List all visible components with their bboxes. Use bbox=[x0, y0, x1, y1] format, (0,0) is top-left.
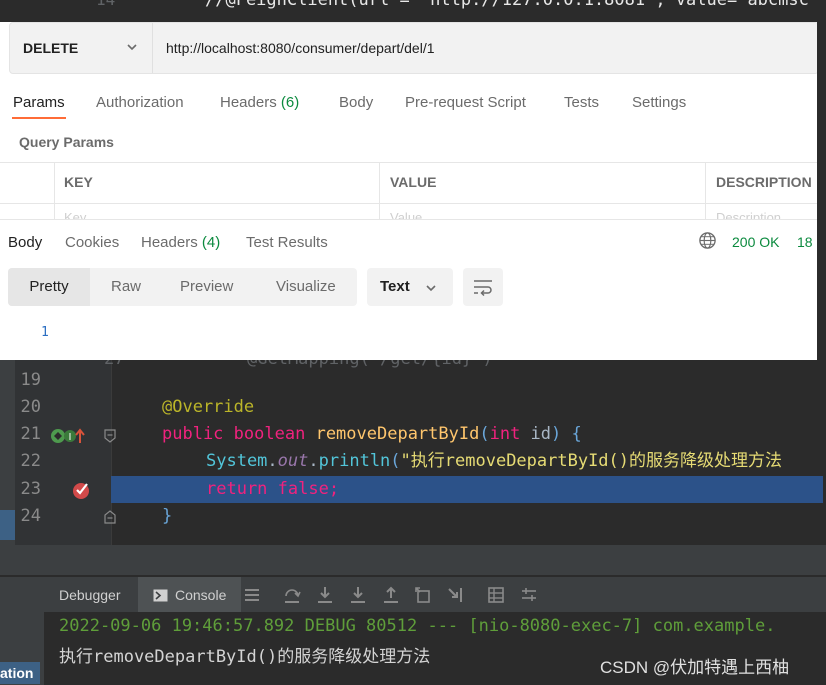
view-preview[interactable]: Preview bbox=[180, 268, 233, 306]
breakpoint-icon[interactable] bbox=[72, 480, 92, 500]
code-line: 19 bbox=[0, 367, 826, 394]
method-label: DELETE bbox=[23, 40, 79, 56]
run-to-cursor-icon[interactable] bbox=[447, 586, 465, 604]
code-line: 23 return false; bbox=[0, 476, 826, 503]
divider bbox=[705, 162, 706, 220]
line-number: 21 bbox=[20, 424, 41, 444]
watermark: CSDN @伏加特遇上西柚 bbox=[600, 658, 790, 677]
line-number: 20 bbox=[20, 397, 41, 417]
tab-headers[interactable]: Headers (6) bbox=[220, 94, 299, 111]
step-into-icon[interactable] bbox=[316, 586, 334, 604]
view-pretty[interactable]: Pretty bbox=[8, 268, 90, 306]
tab-authorization[interactable]: Authorization bbox=[96, 94, 184, 111]
code-line: 20 @Override bbox=[0, 394, 826, 421]
response-tab-cookies[interactable]: Cookies bbox=[65, 234, 119, 251]
line-number: 14 bbox=[96, 0, 115, 9]
svg-text:I: I bbox=[69, 432, 72, 443]
line-number: 22 bbox=[20, 451, 41, 471]
editor-line-number: 1 bbox=[41, 325, 49, 340]
panel-separator bbox=[0, 545, 826, 575]
wrap-lines-icon bbox=[474, 280, 492, 296]
ide-edge bbox=[817, 22, 826, 360]
code-line: 24 } bbox=[0, 503, 826, 530]
tab-pre-request-script[interactable]: Pre-request Script bbox=[405, 94, 526, 111]
column-header-value: VALUE bbox=[390, 174, 437, 190]
view-raw[interactable]: Raw bbox=[111, 268, 141, 306]
tab-params[interactable]: Params bbox=[13, 94, 65, 111]
override-method-icon[interactable]: I bbox=[50, 427, 86, 445]
console-log-line: 2022-09-06 19:46:57.892 DEBUG 80512 --- … bbox=[59, 616, 776, 636]
format-select[interactable]: Text bbox=[367, 268, 453, 306]
code-line: 21 public boolean removeDepartById(int i… bbox=[0, 421, 826, 448]
response-tab-body[interactable]: Body bbox=[8, 234, 42, 251]
code-line: //@FeignClient(url = "http://127.0.0.1:8… bbox=[205, 0, 809, 10]
tab-settings[interactable]: Settings bbox=[632, 94, 686, 111]
chevron-down-icon bbox=[426, 285, 436, 292]
view-visualize[interactable]: Visualize bbox=[276, 268, 336, 306]
view-mode-segment: Pretty Raw Preview Visualize bbox=[8, 268, 357, 306]
step-out-icon[interactable] bbox=[382, 586, 400, 604]
method-select[interactable]: DELETE bbox=[10, 23, 153, 73]
code-editor[interactable]: 27 @GetMapping("/get/{id}") 19 20 @Overr… bbox=[0, 360, 826, 545]
console-icon bbox=[153, 589, 168, 602]
column-header-description: DESCRIPTION bbox=[716, 174, 812, 190]
line-number: 23 bbox=[20, 479, 41, 499]
tab-tests[interactable]: Tests bbox=[564, 94, 599, 111]
response-panel: Body Cookies Headers (4) Test Results 20… bbox=[0, 219, 817, 360]
debugger-toolbar: Debugger Console bbox=[0, 576, 826, 613]
query-params-table: KEY VALUE DESCRIPTION Key Value Descript… bbox=[0, 162, 817, 225]
force-step-into-icon[interactable] bbox=[349, 586, 367, 604]
status-code[interactable]: 200 OK bbox=[732, 234, 779, 250]
format-label: Text bbox=[380, 278, 410, 295]
side-tab-label[interactable]: ation bbox=[0, 662, 40, 684]
code-line: 22 System.out.println("执行removeDepartByI… bbox=[0, 448, 826, 475]
tab-body[interactable]: Body bbox=[339, 94, 373, 111]
fold-icon[interactable] bbox=[104, 429, 116, 443]
line-number: 19 bbox=[20, 370, 41, 390]
ide-top-sliver: 14 //@FeignClient(url = "http://127.0.0.… bbox=[0, 0, 826, 22]
step-over-icon[interactable] bbox=[283, 586, 301, 604]
line-number: 24 bbox=[20, 506, 41, 526]
console-log-line: 执行removeDepartById()的服务降级处理方法 bbox=[59, 647, 431, 667]
menu-icon[interactable] bbox=[243, 586, 261, 604]
divider bbox=[54, 162, 55, 220]
url-input[interactable]: http://localhost:8080/consumer/depart/de… bbox=[166, 23, 435, 73]
drop-frame-icon[interactable] bbox=[414, 586, 432, 604]
response-tab-headers[interactable]: Headers (4) bbox=[141, 234, 220, 251]
response-size[interactable]: 18 bbox=[797, 234, 813, 250]
globe-icon[interactable] bbox=[698, 231, 717, 250]
divider bbox=[379, 162, 380, 220]
wrap-lines-button[interactable] bbox=[463, 268, 503, 306]
postman-window: DELETE http://localhost:8080/consumer/de… bbox=[0, 22, 817, 360]
active-tab-indicator bbox=[12, 117, 66, 119]
chevron-down-icon bbox=[127, 44, 137, 51]
response-tab-test-results[interactable]: Test Results bbox=[246, 234, 328, 251]
fold-icon[interactable] bbox=[104, 510, 116, 524]
request-url-bar: DELETE http://localhost:8080/consumer/de… bbox=[9, 22, 817, 74]
tab-debugger[interactable]: Debugger bbox=[46, 577, 134, 613]
evaluate-icon[interactable] bbox=[487, 586, 505, 604]
tab-console[interactable]: Console bbox=[138, 577, 242, 613]
query-params-title: Query Params bbox=[19, 134, 114, 150]
settings-icon[interactable] bbox=[520, 586, 538, 604]
column-header-key: KEY bbox=[64, 174, 93, 190]
